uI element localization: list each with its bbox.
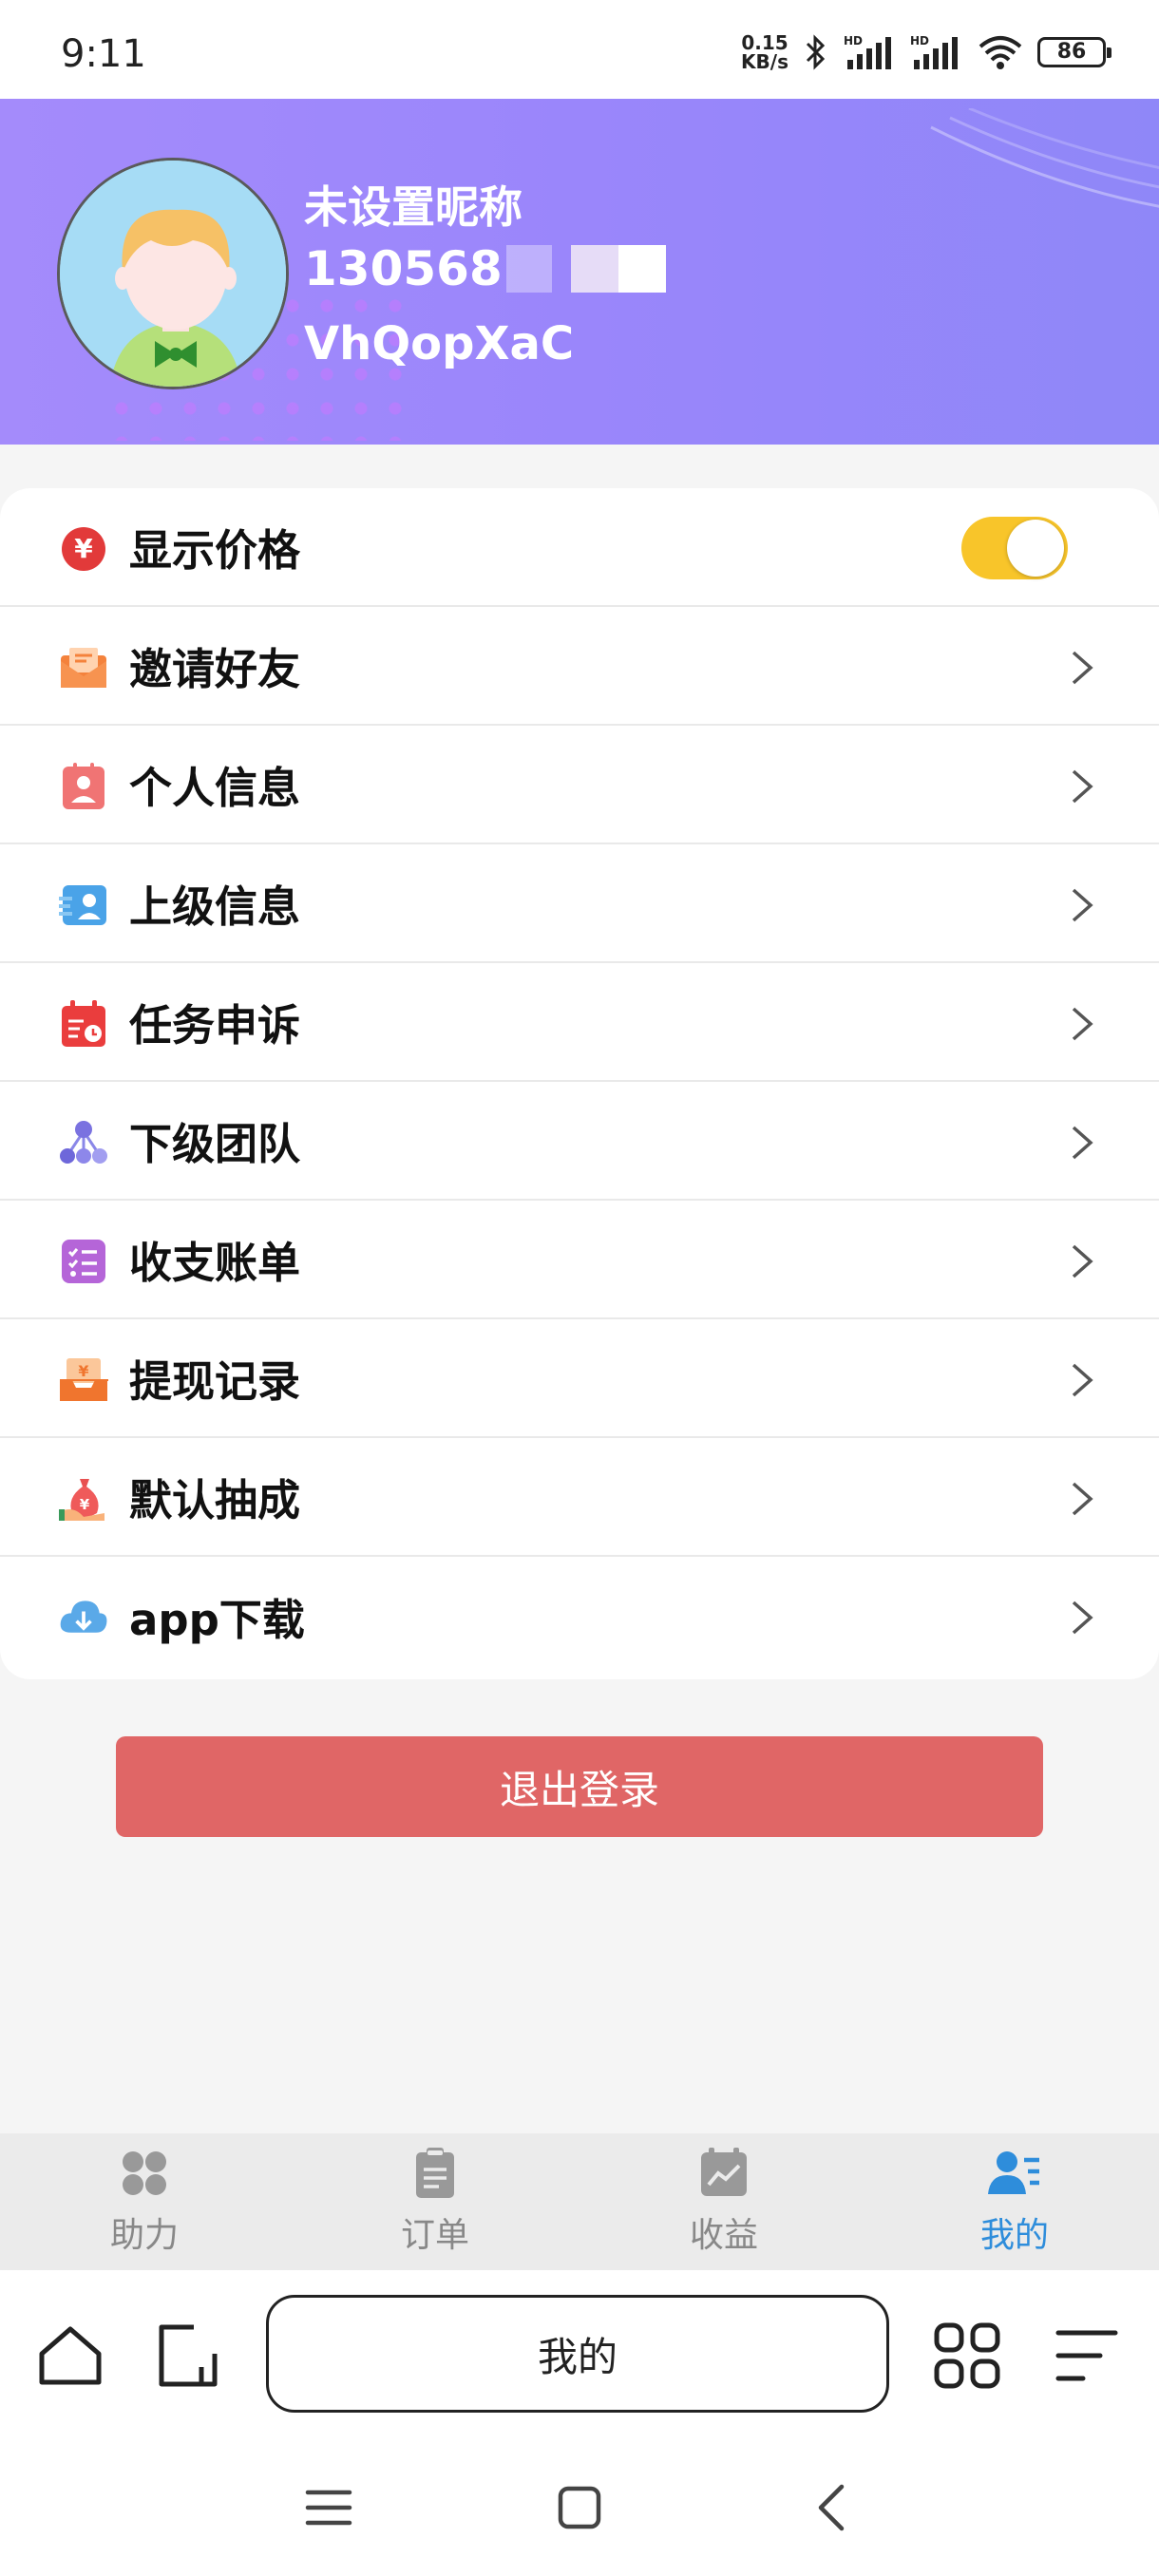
svg-text:¥: ¥	[80, 1496, 90, 1513]
tab-label: 订单	[400, 2216, 469, 2255]
status-bar: 9:11 0.15 KB/s HD HD 86	[0, 0, 1159, 99]
tab-label: 助力	[109, 2216, 179, 2255]
menu-row-show-price: ¥ 显示价格	[0, 488, 1159, 607]
signal-2-icon: HD	[910, 33, 963, 71]
avatar-image	[60, 161, 286, 387]
svg-text:¥: ¥	[78, 1362, 88, 1380]
chart-box-icon	[701, 2148, 747, 2196]
menu-icon[interactable]	[1051, 2320, 1123, 2392]
invite-code: VhQopXaC	[304, 317, 575, 370]
status-icons: 0.15 KB/s HD HD 86	[741, 28, 1112, 76]
menu-label: 任务申诉	[129, 1000, 301, 1051]
team-tree-icon	[59, 1118, 108, 1167]
apps-grid-icon[interactable]	[931, 2320, 1003, 2392]
nickname: 未设置昵称	[304, 181, 522, 233]
menu-row-subordinate-team[interactable]: 下级团队	[0, 1082, 1159, 1201]
menu-row-superior-info[interactable]: 上级信息	[0, 844, 1159, 963]
superior-icon	[59, 881, 108, 930]
yuan-icon: ¥	[59, 524, 108, 574]
chevron-right-icon	[1072, 651, 1093, 685]
bluetooth-icon	[802, 33, 830, 71]
home-icon[interactable]	[34, 2320, 106, 2392]
logout-button[interactable]: 退出登录	[116, 1736, 1043, 1837]
decorative-streaks	[930, 108, 1159, 208]
toggle-knob	[1007, 520, 1064, 577]
svg-text:HD: HD	[910, 34, 929, 47]
status-time: 9:11	[61, 32, 146, 76]
menu-row-app-download[interactable]: app下载	[0, 1557, 1159, 1676]
cloud-download-icon	[59, 1593, 108, 1642]
menu-row-invite-friends[interactable]: 邀请好友	[0, 607, 1159, 726]
svg-text:¥: ¥	[74, 533, 93, 564]
phone-redaction	[570, 245, 618, 293]
profile-header: 未设置昵称 130568 VhQopXaC	[0, 99, 1159, 445]
menu-label: app下载	[129, 1595, 305, 1645]
menu-label: 上级信息	[129, 881, 301, 932]
avatar[interactable]	[57, 158, 289, 389]
back-icon[interactable]	[804, 2479, 861, 2536]
calendar-clock-icon	[59, 999, 108, 1049]
phone-redaction	[505, 245, 552, 293]
bottom-tab-bar: 助力 订单 收益 我的	[0, 2133, 1159, 2270]
home-square-icon[interactable]	[551, 2479, 608, 2536]
tab-assist[interactable]: 助力	[49, 2147, 239, 2261]
user-list-icon	[988, 2151, 1039, 2194]
svg-text:HD: HD	[844, 34, 863, 47]
recent-apps-icon[interactable]	[300, 2479, 357, 2536]
menu-label: 个人信息	[129, 763, 301, 813]
menu-label: 提现记录	[129, 1356, 301, 1407]
menu-row-withdraw-records[interactable]: ¥ 提现记录	[0, 1319, 1159, 1438]
grid-flower-icon	[123, 2151, 166, 2195]
menu-label: 邀请好友	[129, 644, 301, 694]
browser-toolbar: 我的	[0, 2270, 1159, 2441]
menu-row-task-appeal[interactable]: 任务申诉	[0, 963, 1159, 1082]
clipboard-icon	[416, 2148, 454, 2198]
withdraw-box-icon: ¥	[59, 1355, 108, 1405]
address-bar[interactable]: 我的	[266, 2295, 889, 2413]
chevron-right-icon	[1072, 769, 1093, 804]
chevron-right-icon	[1072, 1244, 1093, 1279]
bill-list-icon	[59, 1237, 108, 1286]
chevron-right-icon	[1072, 1126, 1093, 1160]
tab-label: 我的	[979, 2216, 1049, 2255]
tab-mine[interactable]: 我的	[920, 2147, 1110, 2261]
phone-number: 130568	[304, 241, 666, 296]
signal-1-icon: HD	[844, 33, 897, 71]
system-navigation-bar	[0, 2441, 1159, 2576]
battery-indicator: 86	[1037, 37, 1112, 67]
menu-label: 下级团队	[129, 1119, 301, 1169]
chevron-right-icon	[1072, 1007, 1093, 1041]
menu-row-personal-info[interactable]: 个人信息	[0, 726, 1159, 844]
chevron-right-icon	[1072, 888, 1093, 922]
menu-label: 显示价格	[129, 525, 301, 576]
menu-row-default-commission[interactable]: ¥ 默认抽成	[0, 1438, 1159, 1557]
tab-orders[interactable]: 订单	[340, 2147, 530, 2261]
chevron-right-icon	[1072, 1601, 1093, 1635]
menu-row-bills[interactable]: 收支账单	[0, 1201, 1159, 1319]
envelope-icon	[59, 643, 108, 692]
money-bag-icon: ¥	[59, 1474, 108, 1524]
menu-label: 默认抽成	[129, 1475, 301, 1525]
network-speed: 0.15 KB/s	[741, 31, 788, 73]
wifi-icon	[977, 33, 1024, 71]
chevron-right-icon	[1072, 1482, 1093, 1516]
phone-redaction	[618, 245, 666, 293]
menu-label: 收支账单	[129, 1238, 301, 1288]
chevron-right-icon	[1072, 1363, 1093, 1397]
tab-earnings[interactable]: 收益	[629, 2147, 819, 2261]
phone-visible: 130568	[304, 241, 503, 296]
tabs-window-icon[interactable]	[152, 2320, 224, 2392]
show-price-toggle[interactable]	[961, 517, 1068, 579]
person-card-icon	[59, 762, 108, 811]
tab-label: 收益	[689, 2216, 758, 2255]
settings-menu: ¥ 显示价格 邀请好友 个人信息 上级信息 任务申诉 下级团队 收支账单 ¥ 提…	[0, 488, 1159, 1679]
